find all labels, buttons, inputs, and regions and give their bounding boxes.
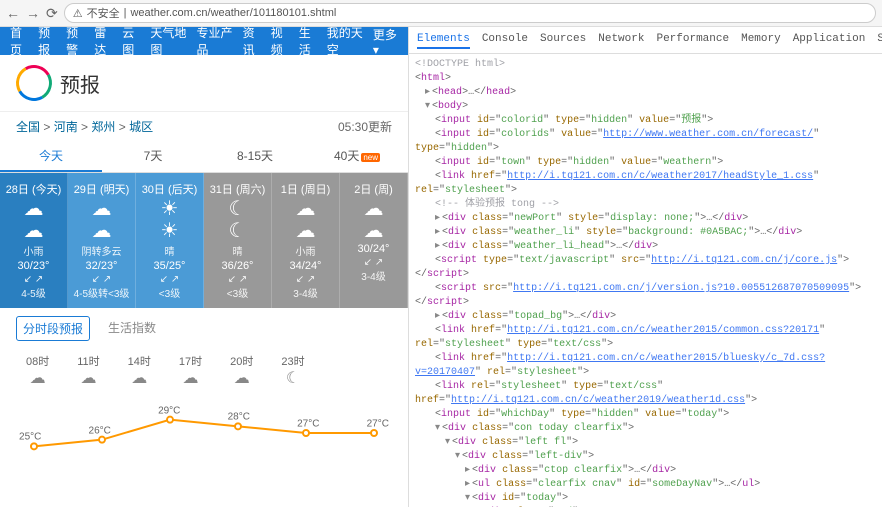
dom-node[interactable]: ▸<div class="topad_bg">…</div> [415, 310, 876, 324]
day-card[interactable]: 2日 (周)☁☁30/24°↙ ↗3-4级 [340, 173, 408, 308]
chart-point-label: 26°C [89, 425, 111, 436]
chart-point-label: 25°C [19, 432, 41, 443]
devtools-tab[interactable]: Security [877, 31, 882, 49]
forward-icon[interactable]: → [26, 5, 40, 21]
devtools-tab[interactable]: Application [793, 31, 866, 49]
nav-item[interactable]: 雷达 [94, 27, 112, 58]
day-card[interactable]: 1日 (周日)☁☁小雨34/24°↙ ↗3-4级 [272, 173, 340, 308]
insecure-icon: ⚠ [73, 7, 83, 20]
devtools-tab[interactable]: Console [482, 31, 528, 49]
dom-node[interactable]: ▸<div class="weather_li" style="backgrou… [415, 226, 876, 240]
dom-node[interactable]: ▸<head>…</head> [415, 86, 876, 100]
chart-point-label: 27°C [367, 419, 389, 430]
devtools-tab[interactable]: Sources [540, 31, 586, 49]
breadcrumb: 全国 > 河南 > 郑州 > 城区 [16, 118, 153, 135]
hour-item: 17时☁ [179, 353, 202, 389]
breadcrumb-link[interactable]: 郑州 [91, 120, 115, 134]
devtools-tab[interactable]: Network [598, 31, 644, 49]
day-card[interactable]: 30日 (后天)☀☀晴35/25°↙ ↗<3级 [136, 173, 204, 308]
day-card[interactable]: 28日 (今天)☁☁小雨30/23°↙ ↗4-5级 [0, 173, 68, 308]
url-text: weather.com.cn/weather/101180101.shtml [130, 7, 336, 19]
forecast-tab[interactable]: 8-15天 [204, 141, 306, 172]
dom-node[interactable]: ▸<div class="newPort" style="display: no… [415, 212, 876, 226]
breadcrumb-link[interactable]: 全国 [16, 120, 40, 134]
devtools-tab[interactable]: Performance [656, 31, 729, 49]
site-logo-icon [12, 61, 56, 105]
day-card[interactable]: 29日 (明天)☁☁阴转多云32/23°↙ ↗4-5级转<3级 [68, 173, 136, 308]
day-card[interactable]: 31日 (周六)☾☾晴36/26°↙ ↗<3级 [204, 173, 272, 308]
dom-node[interactable]: ▾<div class="left fl"> [415, 436, 876, 450]
dom-node[interactable]: <!-- 体验预报 tong --> [415, 198, 876, 212]
dom-node[interactable]: ▾<div class="left-div"> [415, 450, 876, 464]
hour-item: 14时☁ [128, 353, 151, 389]
chart-point-label: 29°C [158, 405, 180, 416]
dom-node[interactable]: ▸<div class="ctop clearfix">…</div> [415, 464, 876, 478]
devtools-tab[interactable]: Elements [417, 31, 470, 49]
nav-item[interactable]: 首页 [10, 27, 28, 58]
forecast-tab[interactable]: 7天 [102, 141, 204, 172]
reload-icon[interactable]: ⟳ [46, 5, 58, 22]
hour-item: 20时☁ [230, 353, 253, 389]
dom-node[interactable]: <link href="http://i.tq121.com.cn/c/weat… [415, 352, 876, 380]
dom-node[interactable]: <input id="colorids" value="http://www.w… [415, 128, 876, 156]
dom-node[interactable]: ▸<div class="weather_li_head">…</div> [415, 240, 876, 254]
nav-item[interactable]: 预报 [38, 27, 56, 58]
nav-item[interactable]: 更多 ▾ [373, 27, 398, 57]
nav-item[interactable]: 预警 [66, 27, 84, 58]
hour-item: 11时☁ [77, 353, 99, 389]
nav-item[interactable]: 云图 [122, 27, 140, 58]
dom-node[interactable]: ▾<div class="con today clearfix"> [415, 422, 876, 436]
subtab[interactable]: 生活指数 [102, 316, 162, 341]
dom-node[interactable]: ▾<div id="today"> [415, 492, 876, 506]
nav-item[interactable]: 生活 [299, 27, 317, 58]
chart-point-label: 27°C [297, 419, 319, 430]
site-nav: 首页预报预警雷达云图天气地图专业产品资讯视频生活我的天空更多 ▾ [0, 27, 408, 55]
nav-item[interactable]: 我的天空 [327, 27, 363, 58]
dom-node[interactable]: <link rel="stylesheet" type="text/css" h… [415, 380, 876, 408]
nav-item[interactable]: 天气地图 [150, 27, 186, 58]
breadcrumb-link[interactable]: 河南 [54, 120, 78, 134]
insecure-label: 不安全 [87, 5, 120, 21]
page-title: 预报 [60, 69, 100, 98]
devtools-tab[interactable]: Memory [741, 31, 781, 49]
back-icon[interactable]: ← [6, 5, 20, 21]
update-time: 05:30更新 [338, 118, 392, 135]
nav-item[interactable]: 视频 [271, 27, 289, 58]
dom-node[interactable]: ▾<body> [415, 100, 876, 114]
breadcrumb-link[interactable]: 城区 [129, 120, 153, 134]
dom-node[interactable]: <!DOCTYPE html> [415, 58, 876, 72]
dom-node[interactable]: <input id="town" type="hidden" value="we… [415, 156, 876, 170]
dom-node[interactable]: <script src="http://i.tq121.com.cn/j/ver… [415, 282, 876, 310]
hour-item: 08时☁ [26, 353, 49, 389]
chart-point-label: 28°C [228, 412, 250, 423]
subtab[interactable]: 分时段预报 [16, 316, 90, 341]
dom-node[interactable]: <script type="text/javascript" src="http… [415, 254, 876, 282]
dom-node[interactable]: <link href="http://i.tq121.com.cn/c/weat… [415, 170, 876, 198]
dom-node[interactable]: <html> [415, 72, 876, 86]
nav-item[interactable]: 资讯 [243, 27, 261, 58]
dom-node[interactable]: <input id="whichDay" type="hidden" value… [415, 408, 876, 422]
dom-node[interactable]: ▸<ul class="clearfix cnav" id="someDayNa… [415, 478, 876, 492]
hour-item: 23时☾ [281, 353, 304, 389]
nav-item[interactable]: 专业产品 [196, 27, 232, 58]
dom-node[interactable]: <link href="http://i.tq121.com.cn/c/weat… [415, 324, 876, 352]
url-bar[interactable]: ⚠ 不安全 | weather.com.cn/weather/101180101… [64, 3, 876, 23]
forecast-tab[interactable]: 40天new [306, 141, 408, 172]
dom-node[interactable]: <input id="colorid" type="hidden" value=… [415, 114, 876, 128]
forecast-tab[interactable]: 今天 [0, 141, 102, 172]
